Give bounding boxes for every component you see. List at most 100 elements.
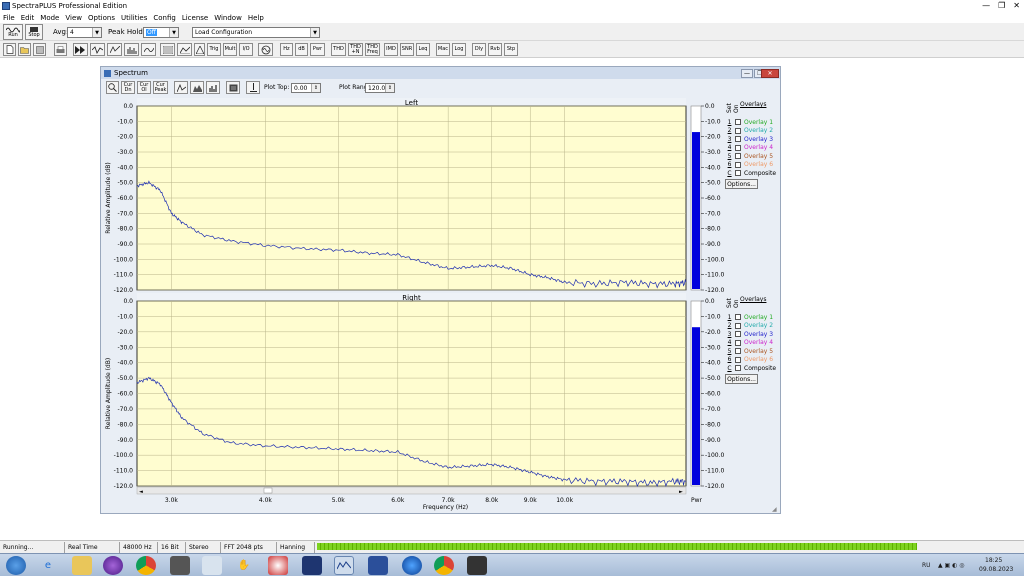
- overlay-label: Overlay 2: [744, 127, 774, 134]
- x-tick-label: 10.0k: [556, 497, 573, 504]
- overlay-options-button[interactable]: Options...: [725, 179, 758, 189]
- overlay-checkbox[interactable]: [735, 136, 741, 142]
- overlay-row[interactable]: 1 Overlay 1: [726, 313, 773, 321]
- overlay-row[interactable]: 6 Overlay 6: [726, 356, 773, 364]
- overlay-set-button[interactable]: 4: [726, 144, 733, 151]
- overlay-row[interactable]: 2 Overlay 2: [726, 322, 773, 330]
- overlay-row[interactable]: 4 Overlay 4: [726, 339, 773, 347]
- overlay-checkbox[interactable]: [735, 127, 741, 134]
- overlay-row[interactable]: 6 Overlay 6: [726, 161, 773, 169]
- overlay-row[interactable]: 4 Overlay 4: [726, 144, 773, 152]
- overlay-checkbox[interactable]: [735, 356, 741, 363]
- language-indicator[interactable]: RU: [922, 562, 931, 569]
- overlay-row[interactable]: 5 Overlay 5: [726, 152, 773, 160]
- app-icon[interactable]: [302, 556, 322, 575]
- overlay-set-button[interactable]: C: [726, 365, 733, 372]
- overlay-set-button[interactable]: 1: [726, 119, 733, 126]
- meter-tick-label: -20.0: [705, 329, 721, 336]
- overlay-checkbox[interactable]: [735, 348, 741, 354]
- meter-tick-label: -20.0: [705, 134, 721, 141]
- y-tick-label: -80.0: [117, 421, 133, 428]
- meter-label: Pwr: [691, 497, 703, 504]
- overlay-set-button[interactable]: 3: [726, 331, 733, 338]
- clock-time[interactable]: 18:25: [985, 557, 1002, 564]
- overlay-row[interactable]: 2 Overlay 2: [726, 127, 773, 135]
- overlay-label: Overlay 1: [744, 118, 774, 126]
- document-icon[interactable]: [202, 556, 222, 575]
- y-tick-label: -100.0: [114, 256, 134, 263]
- overlay-checkbox[interactable]: [735, 339, 741, 346]
- overlay-label: Overlay 5: [744, 347, 774, 355]
- overlay-set-button[interactable]: 5: [726, 153, 733, 160]
- overlay-set-button[interactable]: 2: [726, 127, 733, 134]
- overlay-set-button[interactable]: 6: [726, 161, 733, 168]
- meter-tick-label: -120.0: [705, 483, 725, 490]
- chrome-icon[interactable]: [136, 556, 156, 575]
- file-explorer-icon[interactable]: [72, 556, 92, 575]
- overlay-checkbox[interactable]: [735, 365, 741, 371]
- network-icon[interactable]: [170, 556, 190, 575]
- settings-gear-icon[interactable]: [368, 556, 388, 575]
- tray-icons[interactable]: ▲ ▣ ◐ ◎: [938, 562, 964, 569]
- start-orb-icon[interactable]: [6, 556, 26, 575]
- y-tick-label: 0.0: [123, 298, 133, 305]
- overlay-checkbox[interactable]: [735, 170, 741, 176]
- overlay-row[interactable]: 3 Overlay 3: [726, 135, 773, 143]
- overlay-row[interactable]: 5 Overlay 5: [726, 347, 773, 355]
- chrome-icon[interactable]: [434, 556, 454, 575]
- meter-tick-label: -40.0: [705, 360, 721, 367]
- hand-icon[interactable]: ✋: [234, 556, 254, 575]
- x-tick-label: 4.0k: [259, 497, 273, 504]
- internet-explorer-icon[interactable]: e: [38, 556, 58, 575]
- x-tick-label: 5.0k: [332, 497, 346, 504]
- overlay-checkbox[interactable]: [735, 144, 741, 151]
- overlay-set-button[interactable]: 1: [726, 314, 733, 321]
- overlay-label: Overlay 5: [744, 152, 774, 160]
- y-axis-label: Relative Amplitude (dB): [105, 162, 112, 233]
- os-taskbar: e ✋ RU ▲ ▣ ◐ ◎ 18:25 09.08.2023: [0, 553, 1024, 576]
- y-tick-label: -90.0: [117, 241, 133, 248]
- y-tick-label: -10.0: [117, 313, 133, 320]
- horizontal-scrollbar: [136, 486, 687, 495]
- x-axis-label: Frequency (Hz): [423, 504, 468, 511]
- overlay-set-button[interactable]: 6: [726, 356, 733, 363]
- overlay-checkbox[interactable]: [735, 322, 741, 329]
- spectraplus-icon[interactable]: [334, 556, 354, 575]
- overlay-set-button[interactable]: C: [726, 170, 733, 177]
- terminal-icon[interactable]: [467, 556, 487, 575]
- overlay-checkbox[interactable]: [735, 331, 741, 337]
- y-tick-label: -100.0: [114, 452, 134, 459]
- overlay-checkbox[interactable]: [735, 119, 741, 125]
- overlay-set-button[interactable]: 2: [726, 322, 733, 329]
- y-tick-label: -110.0: [114, 468, 134, 475]
- overlay-checkbox[interactable]: [735, 314, 741, 320]
- overlay-row[interactable]: 1 Overlay 1: [726, 118, 773, 126]
- meter-tick-label: -100.0: [705, 256, 725, 263]
- meter-tick-label: -50.0: [705, 180, 721, 187]
- overlay-on-column-label: On: [733, 104, 740, 113]
- y-tick-label: 0.0: [123, 103, 133, 110]
- overlay-checkbox[interactable]: [735, 153, 741, 159]
- x-tick-label: 7.0k: [442, 497, 456, 504]
- overlay-set-button[interactable]: 5: [726, 348, 733, 355]
- overlay-label: Composite: [744, 364, 777, 372]
- overlay-label: Overlay 6: [744, 161, 774, 168]
- overlay-set-button[interactable]: 3: [726, 136, 733, 143]
- meter-tick-label: -80.0: [705, 421, 721, 428]
- y-tick-label: -50.0: [117, 180, 133, 187]
- clock-date[interactable]: 09.08.2023: [979, 566, 1013, 573]
- overlay-row[interactable]: 3 Overlay 3: [726, 330, 773, 338]
- overlay-options-button[interactable]: Options...: [725, 374, 758, 384]
- overlay-label: Overlay 1: [744, 313, 774, 321]
- status-state: Running...: [0, 541, 65, 553]
- overlay-checkbox[interactable]: [735, 161, 741, 168]
- overlay-set-button[interactable]: 4: [726, 339, 733, 346]
- overlay-row[interactable]: C Composite: [726, 169, 776, 177]
- meter-tick-label: -90.0: [705, 437, 721, 444]
- globe-icon[interactable]: [402, 556, 422, 575]
- meter-tick-label: 0.0: [705, 298, 715, 305]
- media-player-icon[interactable]: [103, 556, 123, 575]
- overlay-row[interactable]: C Composite: [726, 364, 776, 372]
- status-fft: FFT 2048 pts: [221, 541, 277, 553]
- tool-icon[interactable]: [268, 556, 288, 575]
